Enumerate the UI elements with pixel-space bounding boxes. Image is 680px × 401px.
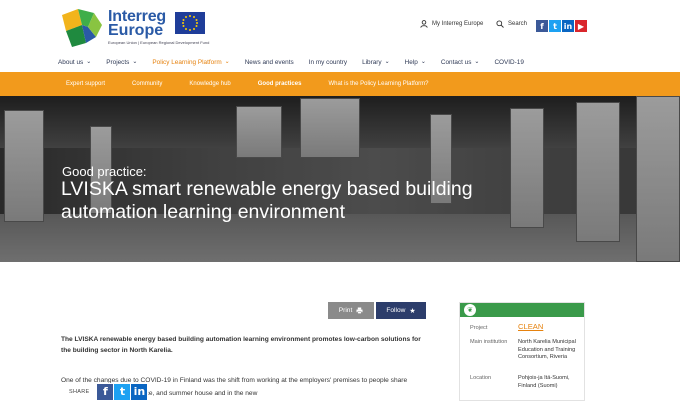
nav-label: COVID-19 — [494, 58, 524, 66]
location-label: Location — [470, 375, 492, 381]
chevron-down-icon: ⌄ — [474, 58, 480, 65]
nav-item-covid-19[interactable]: COVID-19 — [494, 52, 529, 72]
nav-item-news-and-events[interactable]: News and events — [245, 52, 300, 72]
printer-icon — [356, 307, 363, 314]
share-linkedin-icon[interactable]: in — [131, 383, 148, 400]
follow-label: Follow — [386, 307, 406, 314]
chevron-down-icon: ⌄ — [224, 58, 230, 65]
lead-paragraph: The LVISKA renewable energy based buildi… — [61, 336, 421, 354]
nav-label: Help — [404, 58, 418, 66]
main-institution-label: Main institution — [470, 339, 508, 345]
star-icon: ★ — [409, 306, 416, 315]
leaf-icon: ❦ — [464, 304, 476, 316]
print-label: Print — [338, 307, 353, 314]
chevron-down-icon: ⌄ — [132, 58, 138, 65]
subnav-expert-support[interactable]: Expert support — [66, 81, 105, 87]
project-label: Project — [470, 325, 488, 331]
nav-label: Contact us — [440, 58, 472, 66]
nav-label: About us — [58, 58, 84, 66]
hero-banner: Good practice: LVISKA smart renewable en… — [0, 96, 680, 262]
main-nav: About us ⌄ Projects ⌄ Policy Learning Plat… — [58, 52, 539, 72]
share-label: SHARE — [69, 388, 90, 395]
search-label: Search — [508, 21, 528, 27]
nav-item-in-my-country[interactable]: In my country — [309, 52, 353, 72]
nav-label: In my country — [308, 58, 348, 66]
nav-item-library[interactable]: Library ⌄ — [362, 52, 396, 72]
my-interreg-label: My Interreg Europe — [432, 21, 484, 27]
my-interreg-link[interactable]: My Interreg Europe — [420, 20, 483, 28]
practice-info-card: ❦ Project CLEAN Main institution North K… — [459, 302, 585, 401]
project-link[interactable]: CLEAN — [518, 323, 580, 331]
print-button[interactable]: Print — [328, 302, 374, 319]
facebook-icon[interactable]: f — [536, 20, 548, 32]
youtube-icon[interactable]: ▶ — [575, 20, 587, 32]
subnav-good-practices[interactable]: Good practices — [258, 81, 302, 87]
logo-mark-icon — [62, 9, 102, 47]
nav-item-help[interactable]: Help ⌄ — [405, 52, 432, 72]
eu-flag-icon — [175, 12, 205, 34]
chevron-down-icon: ⌄ — [384, 58, 390, 65]
chevron-down-icon: ⌄ — [420, 58, 426, 65]
nav-label: Policy Learning Platform — [152, 58, 222, 66]
search-link[interactable]: Search — [496, 20, 527, 28]
card-header: ❦ — [460, 303, 584, 317]
subnav-what-is-plp[interactable]: What is the Policy Learning Platform? — [328, 81, 428, 87]
logo-text-europe: Europe — [108, 22, 164, 39]
linkedin-icon[interactable]: in — [562, 20, 574, 32]
nav-item-contact-us[interactable]: Contact us ⌄ — [441, 52, 486, 72]
main-institution-value: North Karelia Municipal Education and Tr… — [518, 339, 576, 360]
user-icon — [420, 20, 428, 28]
nav-label: News and events — [244, 58, 294, 66]
logo-tagline: European Union | European Regional Devel… — [108, 40, 210, 45]
sub-nav: Expert support Community Knowledge hub G… — [0, 72, 680, 96]
hero-kicker: Good practice: — [62, 164, 147, 179]
interreg-europe-logo[interactable]: Interreg Europe European Union | Europea… — [60, 7, 230, 49]
nav-item-about-us[interactable]: About us ⌄ — [58, 52, 97, 72]
nav-label: Library — [362, 58, 382, 66]
site-header: Interreg Europe European Union | Europea… — [0, 0, 680, 52]
subnav-knowledge-hub[interactable]: Knowledge hub — [189, 81, 230, 87]
share-facebook-icon[interactable]: f — [97, 383, 114, 400]
follow-button[interactable]: Follow ★ — [376, 302, 426, 319]
subnav-community[interactable]: Community — [132, 81, 162, 87]
chevron-down-icon: ⌄ — [86, 58, 92, 65]
share-bar: SHARE f t in — [60, 383, 149, 400]
twitter-icon[interactable]: t — [549, 20, 561, 32]
nav-label: Projects — [106, 58, 130, 66]
search-icon — [496, 20, 504, 28]
share-twitter-icon[interactable]: t — [114, 383, 131, 400]
page-title: LVISKA smart renewable energy based buil… — [61, 178, 473, 223]
social-links-header: f t in ▶ — [536, 20, 587, 32]
nav-item-policy-learning-platform[interactable]: Policy Learning Platform ⌄ — [152, 52, 235, 72]
location-value: Pohjois-ja Itä-Suomi, Finland (Suomi) — [518, 375, 570, 389]
nav-item-projects[interactable]: Projects ⌄ — [106, 52, 143, 72]
